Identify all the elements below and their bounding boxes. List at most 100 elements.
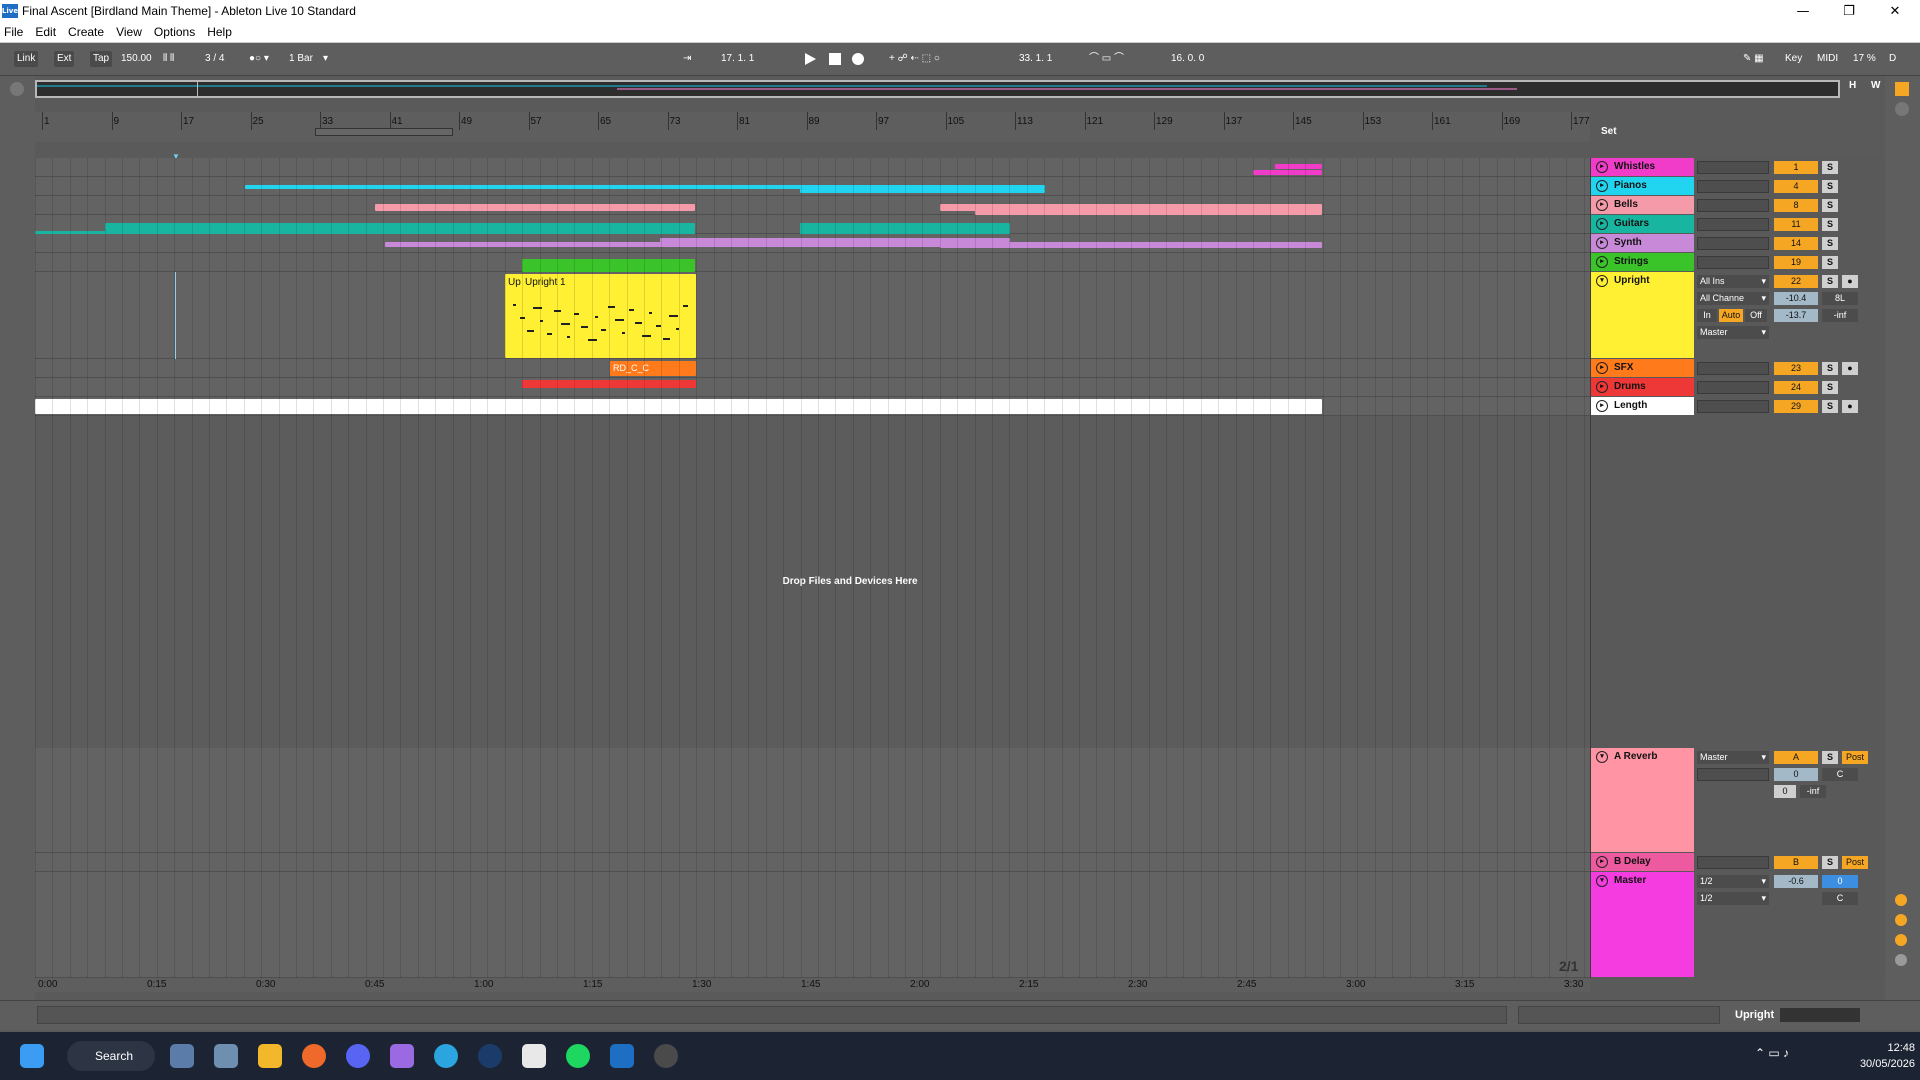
audio-clip-sfx[interactable]: RD_C_C — [610, 361, 696, 376]
overview-toggle-icon[interactable] — [1895, 82, 1909, 96]
master-out-dropdown[interactable]: 1/2 — [1697, 892, 1769, 905]
follow-icon[interactable]: ⇥ — [680, 51, 694, 67]
track-activator[interactable]: 8 — [1774, 199, 1818, 212]
maximize-button[interactable]: ❐ — [1826, 0, 1872, 22]
taskbar-search[interactable]: Search — [67, 1041, 155, 1071]
tempo-field[interactable]: 150.00 — [118, 51, 155, 67]
track-header-upright[interactable]: ▾ Upright 22 S ● All Ins All Channe -10.4 8L InAu… — [1591, 272, 1886, 359]
solo-button[interactable]: S — [1822, 275, 1838, 288]
track-header-whistles[interactable]: ▸ Whistles 1 S — [1591, 158, 1886, 177]
quantize-dropdown[interactable]: 1 Bar — [286, 51, 316, 67]
track-header-strings[interactable]: ▸ Strings 19 S — [1591, 253, 1886, 272]
track-activator[interactable]: 23 — [1774, 362, 1818, 375]
loop-brace[interactable] — [315, 128, 453, 136]
io-section-icon[interactable] — [1895, 894, 1907, 906]
input-slot[interactable] — [1697, 237, 1769, 250]
pan-field[interactable]: 8L — [1822, 292, 1858, 305]
fold-chevron-icon[interactable]: ▸ — [1596, 856, 1608, 868]
post-send-button[interactable]: Post — [1842, 751, 1868, 764]
input-slot[interactable] — [1697, 180, 1769, 193]
firefox-icon[interactable] — [302, 1044, 326, 1068]
volume-field[interactable]: 0 — [1774, 768, 1818, 781]
track-activator[interactable]: 4 — [1774, 180, 1818, 193]
return-activator[interactable]: A — [1774, 751, 1818, 764]
track-activator[interactable]: 19 — [1774, 256, 1818, 269]
spotify-icon[interactable] — [566, 1044, 590, 1068]
stop-icon[interactable] — [829, 53, 841, 65]
metronome-icon[interactable]: ●○ ▾ — [246, 51, 272, 67]
pan-field[interactable]: C — [1822, 768, 1858, 781]
track-expand-icon[interactable]: ▸ — [1596, 180, 1608, 192]
loop-start-field[interactable]: 33. 1. 1 — [1016, 51, 1055, 67]
track-name[interactable]: ▸ Pianos — [1591, 177, 1694, 195]
time-signature-field[interactable]: 3 / 4 — [202, 51, 227, 67]
arrangement-overview[interactable]: H W — [35, 80, 1880, 98]
track-name[interactable]: ▸ Length — [1591, 397, 1694, 415]
telegram-icon[interactable] — [434, 1044, 458, 1068]
minimize-button[interactable]: — — [1780, 0, 1826, 22]
solo-button[interactable]: S — [1822, 199, 1838, 212]
overdub-icon[interactable]: + ☍ ⇠ ⬚ ○ — [886, 51, 943, 67]
solo-button[interactable]: S — [1822, 180, 1838, 193]
track-header-guitars[interactable]: ▸ Guitars 11 S — [1591, 215, 1886, 234]
track-expand-icon[interactable]: ▸ — [1596, 362, 1608, 374]
menu-edit[interactable]: Edit — [35, 25, 56, 39]
master-value-field[interactable]: 0 — [1822, 875, 1858, 888]
track-header-synth[interactable]: ▸ Synth 14 S — [1591, 234, 1886, 253]
track-activator[interactable]: 11 — [1774, 218, 1818, 231]
app-icon[interactable] — [390, 1044, 414, 1068]
solo-button[interactable]: S — [1822, 751, 1838, 764]
record-icon[interactable] — [852, 53, 864, 65]
track-expand-icon[interactable]: ▸ — [1596, 400, 1608, 412]
fit-width-button[interactable]: W — [1871, 80, 1880, 91]
key-map-button[interactable]: Key — [1782, 51, 1805, 67]
midi-map-button[interactable]: MIDI — [1814, 51, 1841, 67]
solo-button[interactable]: S — [1822, 856, 1838, 869]
nudge-icon[interactable]: ⫴ ⫴ — [160, 51, 177, 67]
browser-toggle-icon[interactable] — [10, 82, 24, 96]
io-toggle-icon[interactable] — [1895, 102, 1909, 116]
track-activator[interactable]: 14 — [1774, 237, 1818, 250]
returns-section-icon[interactable] — [1895, 914, 1907, 926]
track-header-sfx[interactable]: ▸ SFX 23 S ● — [1591, 359, 1886, 378]
input-slot[interactable] — [1697, 400, 1769, 413]
volume-field[interactable]: -10.4 — [1774, 292, 1818, 305]
track-name[interactable]: ▸ Synth — [1591, 234, 1694, 252]
header-a-reverb[interactable]: ▾A ReverbASPostMaster0C0-inf — [1591, 748, 1886, 853]
fold-chevron-icon[interactable]: ▾ — [1596, 751, 1608, 763]
menu-options[interactable]: Options — [154, 25, 195, 39]
obs-icon[interactable] — [654, 1044, 678, 1068]
input-channel-dropdown[interactable]: All Channe — [1697, 292, 1769, 305]
send-slot[interactable] — [1697, 768, 1769, 781]
track-header-bells[interactable]: ▸ Bells 8 S — [1591, 196, 1886, 215]
link-button[interactable]: Link — [14, 51, 39, 67]
loop-length-field[interactable]: 16. 0. 0 — [1168, 51, 1207, 67]
arm-record-button[interactable]: ● — [1842, 362, 1858, 375]
track-activator[interactable]: 22 — [1774, 275, 1818, 288]
track-header-length[interactable]: ▸ Length 29 S ● — [1591, 397, 1886, 416]
menu-help[interactable]: Help — [207, 25, 232, 39]
close-button[interactable]: ✕ — [1872, 0, 1918, 22]
monitor-auto-button[interactable]: Auto — [1719, 309, 1743, 322]
track-activator[interactable]: 24 — [1774, 381, 1818, 394]
play-icon[interactable] — [804, 53, 816, 65]
output-dropdown[interactable]: Master — [1697, 751, 1769, 764]
track-name[interactable]: ▾ Upright — [1591, 272, 1694, 358]
arm-record-button[interactable]: ● — [1842, 400, 1858, 413]
track-name[interactable]: ▾ A Reverb — [1591, 748, 1694, 852]
output-dropdown[interactable]: Master — [1697, 326, 1769, 339]
header-master[interactable]: ▾ Master 1/2 1/2 -0.6 0 C — [1591, 872, 1886, 978]
discord-icon[interactable] — [346, 1044, 370, 1068]
track-expand-icon[interactable]: ▸ — [1596, 237, 1608, 249]
track-name[interactable]: ▸ Bells — [1591, 196, 1694, 214]
track-name[interactable]: ▾ Master — [1591, 872, 1694, 977]
return-activator[interactable]: B — [1774, 856, 1818, 869]
track-expand-icon[interactable]: ▸ — [1596, 381, 1608, 393]
menu-view[interactable]: View — [116, 25, 142, 39]
draw-mode-icon[interactable]: ✎ ▦ — [1740, 51, 1767, 67]
send-slot[interactable] — [1697, 856, 1769, 869]
arm-record-button[interactable]: ● — [1842, 275, 1858, 288]
track-activator[interactable]: 1 — [1774, 161, 1818, 174]
master-pan-field[interactable]: C — [1822, 892, 1858, 905]
input-slot[interactable] — [1697, 199, 1769, 212]
